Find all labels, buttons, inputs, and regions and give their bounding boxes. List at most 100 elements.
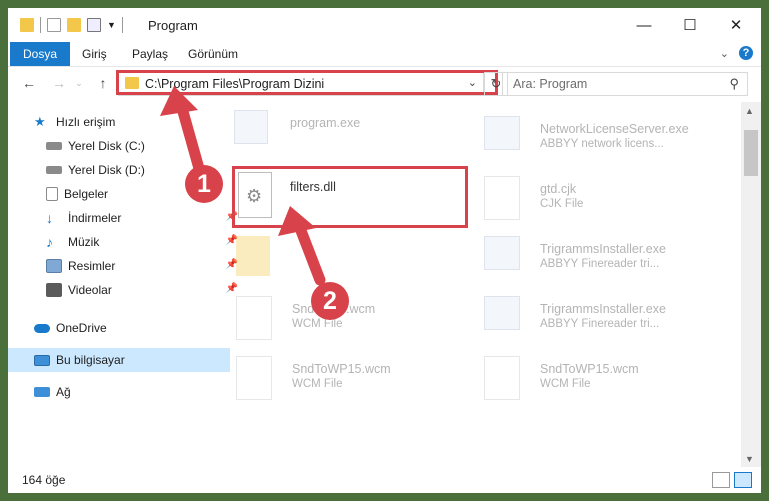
drive-icon xyxy=(46,142,62,150)
documents-icon xyxy=(46,187,58,201)
list-item[interactable]: program.exe xyxy=(234,110,474,164)
sidebar-item-onedrive[interactable]: OneDrive xyxy=(8,316,230,340)
close-button[interactable]: ✕ xyxy=(713,8,759,42)
recent-locations-icon[interactable]: ⌄ xyxy=(70,74,88,92)
sidebar-item-label: Hızlı erişim xyxy=(56,115,116,129)
pictures-icon xyxy=(46,259,62,273)
file-name: gtd.cjk xyxy=(540,182,577,196)
list-item[interactable]: SndToWP.wcm WCM File xyxy=(236,296,476,350)
file-name: SndToWP15.wcm xyxy=(292,362,391,376)
tiles-view-icon[interactable] xyxy=(734,472,752,488)
properties-icon[interactable] xyxy=(47,18,61,32)
file-type: WCM File xyxy=(292,378,343,390)
search-icon[interactable]: ⚲ xyxy=(729,76,739,92)
back-button[interactable]: ← xyxy=(20,74,38,92)
scroll-thumb[interactable] xyxy=(744,130,758,176)
file-icon xyxy=(236,356,272,400)
list-item[interactable]: TrigrammsInstaller.exe ABBYY Finereader … xyxy=(484,236,724,290)
tab-view[interactable]: Görünüm xyxy=(186,42,240,66)
file-type: WCM File xyxy=(540,378,591,390)
folder-icon xyxy=(20,18,34,32)
address-highlight-box xyxy=(116,70,498,95)
navigation-bar: ← → ⌄ ↑ C:\Program Files\Program Dizini … xyxy=(8,66,761,101)
file-type: WCM File xyxy=(292,318,343,330)
sidebar-item-label: Ağ xyxy=(56,385,71,399)
sidebar-item-downloads[interactable]: ↓ İndirmeler 📌 xyxy=(8,206,242,230)
step-1-badge: 1 xyxy=(185,165,223,203)
maximize-button[interactable]: ☐ xyxy=(667,8,713,42)
sidebar-item-label: Videolar xyxy=(68,283,112,297)
sidebar-item-label: OneDrive xyxy=(56,321,107,335)
title-bar: ▼ Program — ☐ ✕ xyxy=(8,8,761,42)
file-type: ABBYY Finereader tri... xyxy=(540,258,660,270)
sidebar-item-label: Müzik xyxy=(68,235,100,249)
exe-file-icon xyxy=(484,236,520,270)
video-icon xyxy=(46,283,62,297)
sidebar-item-label: Yerel Disk (D:) xyxy=(68,163,145,177)
divider xyxy=(121,17,123,33)
exe-file-icon xyxy=(234,110,268,144)
exe-file-icon xyxy=(484,116,520,150)
tab-share[interactable]: Paylaş xyxy=(130,42,170,66)
music-icon: ♪ xyxy=(46,234,53,250)
sidebar-item-label: Yerel Disk (C:) xyxy=(68,139,145,153)
list-item[interactable]: NetworkLicenseServer.exe ABBYY network l… xyxy=(484,116,724,170)
file-icon xyxy=(484,176,520,220)
sidebar-item-network[interactable]: Ağ xyxy=(8,380,230,404)
help-icon[interactable]: ? xyxy=(739,46,753,60)
quick-access-toolbar: ▼ xyxy=(20,17,123,33)
file-name: TrigrammsInstaller.exe xyxy=(540,302,666,316)
folder-icon xyxy=(236,236,270,276)
file-name: TrigrammsInstaller.exe xyxy=(540,242,666,256)
download-icon: ↓ xyxy=(46,210,53,226)
minimize-button[interactable]: — xyxy=(621,8,667,42)
details-view-icon[interactable] xyxy=(712,472,730,488)
sidebar-item-this-pc[interactable]: Bu bilgisayar xyxy=(8,348,230,372)
sidebar-item-label: Resimler xyxy=(68,259,116,273)
sidebar-item-pictures[interactable]: Resimler 📌 xyxy=(8,254,242,278)
star-icon: ★ xyxy=(34,114,46,129)
search-placeholder: Ara: Program xyxy=(513,77,588,91)
divider xyxy=(40,17,41,33)
sidebar-item-label: Belgeler xyxy=(64,187,109,201)
file-name: program.exe xyxy=(290,116,361,130)
scroll-down-icon[interactable]: ▼ xyxy=(745,454,754,464)
new-folder-icon[interactable] xyxy=(67,18,81,32)
navigation-pane: ★ Hızlı erişim Yerel Disk (C:) Yerel Dis… xyxy=(8,102,238,467)
sidebar-item-label: İndirmeler xyxy=(68,211,122,225)
list-item[interactable]: SndToWP15.wcm WCM File xyxy=(236,356,476,410)
file-name: NetworkLicenseServer.exe xyxy=(540,122,689,136)
list-item[interactable]: SndToWP15.wcm WCM File xyxy=(484,356,724,410)
file-list: program.exe ⚙ filters.dll SndToWP.wcm WC… xyxy=(212,102,748,467)
sidebar-item-disk-c[interactable]: Yerel Disk (C:) xyxy=(8,134,242,158)
computer-icon xyxy=(34,354,50,366)
sidebar-item-music[interactable]: ♪ Müzik 📌 xyxy=(8,230,242,254)
file-type: CJK File xyxy=(540,198,584,210)
tab-home[interactable]: Giriş xyxy=(80,42,109,66)
forward-button[interactable]: → xyxy=(50,74,68,92)
step-2-badge: 2 xyxy=(311,282,349,320)
file-highlight-box xyxy=(232,166,468,228)
list-item[interactable]: TrigrammsInstaller.exe ABBYY Finereader … xyxy=(484,296,724,350)
sidebar-item-videos[interactable]: Videolar 📌 xyxy=(8,278,242,302)
list-item[interactable]: gtd.cjk CJK File xyxy=(484,176,724,230)
search-input[interactable]: Ara: Program ⚲ xyxy=(502,72,748,96)
explorer-window: ▼ Program — ☐ ✕ Dosya Giriş Paylaş Görün… xyxy=(8,8,761,493)
exe-file-icon xyxy=(484,296,520,330)
status-bar: 164 öğe xyxy=(8,467,761,493)
list-item[interactable] xyxy=(236,236,476,290)
chevron-down-icon[interactable]: ▼ xyxy=(107,20,116,30)
sidebar-item-label: Bu bilgisayar xyxy=(56,353,125,367)
scroll-up-icon[interactable]: ▲ xyxy=(745,106,754,116)
expand-ribbon-icon[interactable]: ⌄ xyxy=(720,47,729,60)
up-button[interactable]: ↑ xyxy=(94,74,112,92)
customize-icon[interactable] xyxy=(87,18,101,32)
ribbon-tabs: Dosya Giriş Paylaş Görünüm ⌄ ? xyxy=(8,42,761,96)
window-title: Program xyxy=(148,18,198,33)
file-icon xyxy=(236,296,272,340)
sidebar-item-quick-access[interactable]: ★ Hızlı erişim xyxy=(8,110,230,134)
file-type: ABBYY network licens... xyxy=(540,138,664,150)
drive-icon xyxy=(46,166,62,174)
cloud-icon xyxy=(34,323,50,333)
vertical-scrollbar[interactable]: ▲ ▼ xyxy=(741,102,761,467)
